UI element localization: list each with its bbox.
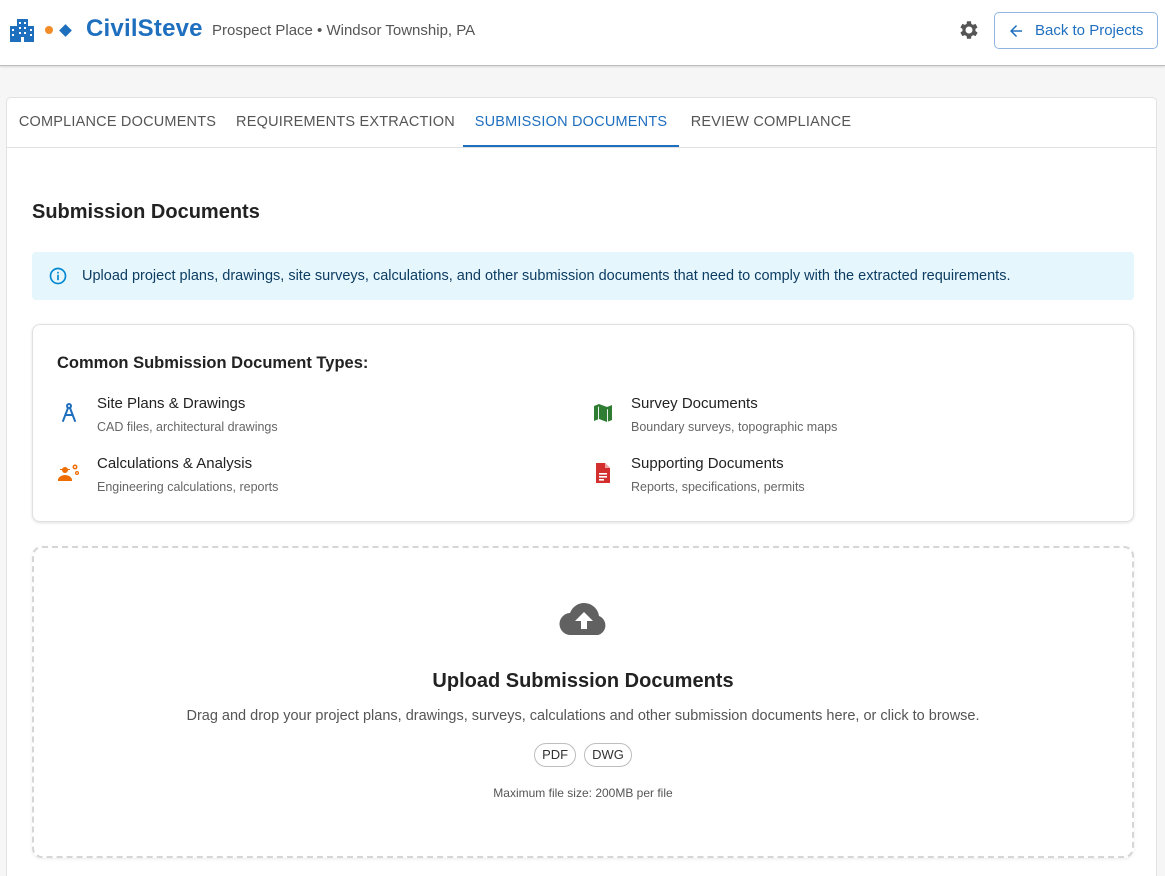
doc-type-desc: CAD files, architectural drawings bbox=[97, 420, 278, 434]
brand-name: CivilSteve bbox=[86, 15, 203, 42]
doc-type-survey: Survey Documents Boundary surveys, topog… bbox=[591, 395, 1091, 439]
app-header: CivilSteve Prospect Place • Windsor Town… bbox=[0, 0, 1165, 66]
page-title: Submission Documents bbox=[32, 201, 260, 223]
back-to-projects-label: Back to Projects bbox=[1035, 22, 1144, 39]
doc-type-supporting: Supporting Documents Reports, specificat… bbox=[591, 455, 1091, 499]
map-icon bbox=[594, 404, 612, 423]
cloud-upload-icon bbox=[559, 603, 606, 636]
project-name: Prospect Place • Windsor Township, PA bbox=[212, 22, 476, 39]
doc-type-desc: Engineering calculations, reports bbox=[97, 480, 279, 494]
info-alert: Upload project plans, drawings, site sur… bbox=[32, 252, 1134, 300]
format-chip-pdf: PDF bbox=[534, 743, 577, 767]
tab-submission-documents[interactable]: SUBMISSION DOCUMENTS bbox=[463, 98, 679, 147]
main-card: COMPLIANCE DOCUMENTS REQUIREMENTS EXTRAC… bbox=[6, 97, 1157, 876]
doc-type-desc: Boundary surveys, topographic maps bbox=[631, 420, 838, 434]
info-text: Upload project plans, drawings, site sur… bbox=[82, 268, 1011, 284]
doc-type-calculations: Calculations & Analysis Engineering calc… bbox=[57, 455, 557, 499]
tab-bar: COMPLIANCE DOCUMENTS REQUIREMENTS EXTRAC… bbox=[7, 98, 1156, 148]
building-icon bbox=[10, 19, 34, 42]
format-chip-dwg: DWG bbox=[584, 743, 632, 767]
tab-review-compliance[interactable]: REVIEW COMPLIANCE bbox=[679, 98, 863, 147]
doc-type-title: Supporting Documents bbox=[631, 455, 784, 472]
doc-type-site-plans: Site Plans & Drawings CAD files, archite… bbox=[57, 395, 557, 439]
back-to-projects-button[interactable]: Back to Projects bbox=[994, 12, 1158, 49]
tab-compliance-documents[interactable]: COMPLIANCE DOCUMENTS bbox=[7, 98, 228, 147]
tab-requirements-extraction[interactable]: REQUIREMENTS EXTRACTION bbox=[228, 98, 463, 147]
document-types-card: Common Submission Document Types: Site P… bbox=[32, 324, 1134, 522]
document-icon bbox=[596, 463, 610, 483]
upload-title: Upload Submission Documents bbox=[432, 670, 734, 692]
max-file-size: Maximum file size: 200MB per file bbox=[493, 786, 673, 800]
upload-dropzone[interactable]: Upload Submission Documents Drag and dro… bbox=[32, 546, 1134, 858]
engineering-icon bbox=[58, 464, 79, 481]
gear-icon[interactable] bbox=[957, 18, 981, 42]
logo-dot-orange bbox=[45, 26, 53, 34]
doc-type-title: Site Plans & Drawings bbox=[97, 395, 246, 412]
format-chips: PDF DWG bbox=[34, 743, 1132, 767]
arrow-left-icon bbox=[1010, 24, 1022, 37]
info-icon bbox=[49, 267, 67, 285]
doc-type-title: Calculations & Analysis bbox=[97, 455, 253, 472]
doc-type-title: Survey Documents bbox=[631, 395, 758, 412]
document-types-heading: Common Submission Document Types: bbox=[57, 354, 369, 372]
logo-dot-blue bbox=[59, 24, 72, 37]
drafting-compass-icon bbox=[62, 403, 76, 422]
doc-type-desc: Reports, specifications, permits bbox=[631, 480, 805, 494]
upload-subtitle: Drag and drop your project plans, drawin… bbox=[186, 708, 980, 724]
